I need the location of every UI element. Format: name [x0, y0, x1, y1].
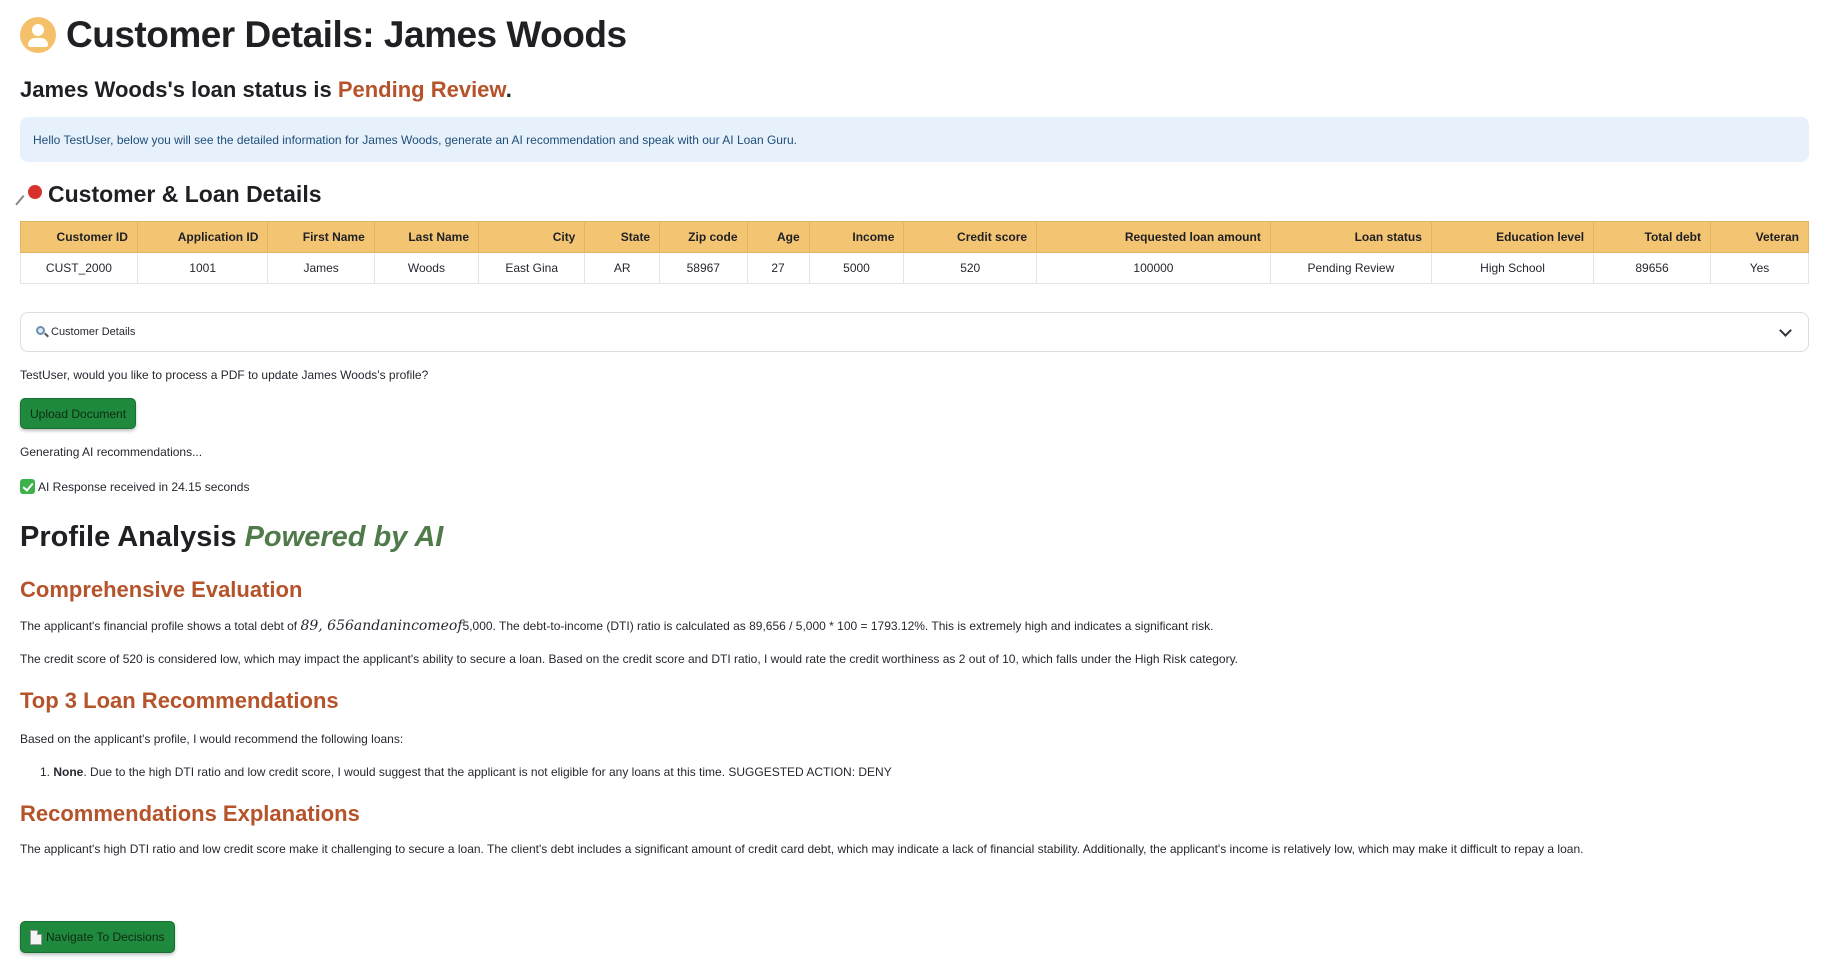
- table-cell[interactable]: CUST_2000: [20, 252, 138, 284]
- table-cell[interactable]: East Gina: [478, 252, 586, 284]
- details-section-title: Customer & Loan Details: [15, 181, 322, 208]
- document-icon: [30, 929, 42, 945]
- status-prefix: James Woods's loan status is: [20, 77, 338, 102]
- column-header[interactable]: Customer ID: [20, 221, 138, 253]
- page-header: Customer Details: James Woods: [20, 14, 627, 56]
- list-item-number: 1.: [40, 765, 51, 779]
- column-header[interactable]: Education level: [1430, 221, 1595, 253]
- analysis-title-main: Profile Analysis: [20, 521, 245, 553]
- column-header[interactable]: First Name: [267, 221, 375, 253]
- ai-response-status: AI Response received in 24.15 seconds: [20, 479, 249, 494]
- customer-details-expander[interactable]: Customer Details: [20, 312, 1809, 352]
- list-item: 1. None. Due to the high DTI ratio and l…: [40, 765, 892, 779]
- list-item-bold: None: [53, 765, 84, 779]
- table-cell[interactable]: 58967: [659, 252, 748, 284]
- table-cell[interactable]: AR: [584, 252, 661, 284]
- upload-document-button[interactable]: Upload Document: [20, 398, 137, 429]
- evaluation-paragraph-1: The applicant's financial profile shows …: [20, 618, 1213, 634]
- table-cell[interactable]: High School: [1430, 252, 1595, 284]
- status-value: Pending Review: [337, 77, 506, 102]
- eval-p1-end: 5,000. The debt-to-income (DTI) ratio is…: [462, 619, 1214, 633]
- navigate-button-label: Navigate To Decisions: [46, 930, 165, 944]
- table-cell[interactable]: James: [267, 252, 375, 284]
- generating-status: Generating AI recommendations...: [20, 445, 203, 459]
- column-header[interactable]: Zip code: [659, 221, 748, 253]
- table-cell[interactable]: Pending Review: [1269, 252, 1432, 284]
- column-header[interactable]: Total debt: [1593, 221, 1711, 253]
- column-header[interactable]: Last Name: [373, 221, 480, 253]
- top-loans-heading: Top 3 Loan Recommendations: [20, 688, 339, 713]
- column-header[interactable]: Loan status: [1269, 221, 1432, 253]
- table-cell[interactable]: 100000: [1036, 252, 1271, 284]
- user-avatar-icon: [20, 17, 56, 53]
- upload-prompt: TestUser, would you like to process a PD…: [20, 368, 429, 382]
- table-cell[interactable]: 27: [746, 252, 810, 284]
- table-cell[interactable]: 5000: [808, 252, 905, 284]
- info-message: Hello TestUser, below you will see the d…: [33, 132, 797, 147]
- chevron-down-icon[interactable]: [1779, 324, 1792, 337]
- column-header[interactable]: City: [478, 221, 586, 253]
- info-banner: Hello TestUser, below you will see the d…: [20, 117, 1809, 162]
- column-header[interactable]: Requested loan amount: [1036, 221, 1271, 253]
- pushpin-icon: [15, 183, 44, 207]
- table-cell[interactable]: Yes: [1709, 252, 1810, 284]
- table-cell[interactable]: 1001: [136, 252, 269, 284]
- magnifier-icon: [35, 325, 49, 339]
- page: Customer Details: James Woods James Wood…: [0, 0, 1829, 968]
- table-cell[interactable]: 520: [903, 252, 1038, 284]
- expander-label: Customer Details: [51, 326, 136, 338]
- comprehensive-evaluation-heading: Comprehensive Evaluation: [20, 577, 303, 602]
- analysis-title-accent: Powered by AI: [244, 521, 444, 553]
- list-item-text: . Due to the high DTI ratio and low cred…: [83, 765, 892, 779]
- loan-status-line: James Woods's loan status is Pending Rev…: [20, 77, 512, 103]
- profile-analysis-title: Profile Analysis Powered by AI: [20, 521, 443, 554]
- ai-response-text: AI Response received in 24.15 seconds: [38, 479, 250, 494]
- explanations-text: The applicant's high DTI ratio and low c…: [20, 842, 1584, 856]
- details-section-label: Customer & Loan Details: [48, 181, 322, 207]
- table-header-row: Customer ID Application ID First Name La…: [20, 221, 1810, 253]
- column-header[interactable]: Credit score: [903, 221, 1038, 253]
- table-cell[interactable]: 89656: [1593, 252, 1711, 284]
- table-cell[interactable]: Woods: [373, 252, 480, 284]
- column-header[interactable]: Age: [746, 221, 810, 253]
- evaluation-paragraph-2: The credit score of 520 is considered lo…: [20, 652, 1239, 666]
- top-loans-intro: Based on the applicant's profile, I woul…: [20, 732, 404, 746]
- column-header[interactable]: Income: [808, 221, 905, 253]
- customer-loan-table: Customer ID Application ID First Name La…: [20, 221, 1810, 284]
- column-header[interactable]: Application ID: [136, 221, 269, 253]
- check-mark-icon: [20, 479, 35, 494]
- eval-p1-start: The applicant's financial profile shows …: [20, 619, 301, 633]
- status-suffix: .: [505, 77, 512, 102]
- navigate-to-decisions-button[interactable]: Navigate To Decisions: [20, 921, 175, 953]
- column-header[interactable]: Veteran: [1709, 221, 1810, 253]
- column-header[interactable]: State: [584, 221, 661, 253]
- table-row: CUST_2000 1001 James Woods East Gina AR …: [20, 252, 1810, 284]
- explanations-heading: Recommendations Explanations: [20, 801, 360, 826]
- page-title: Customer Details: James Woods: [66, 14, 627, 55]
- eval-p1-math: 89, 656andanincomeof: [300, 618, 463, 634]
